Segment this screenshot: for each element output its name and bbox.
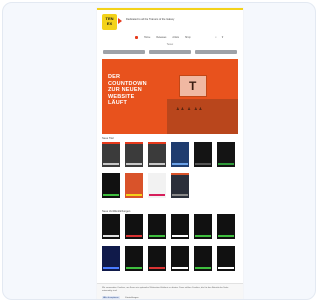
hero-sign-letter: T [189,79,197,93]
cover-badge [102,214,120,216]
section-title-releases: Neue Veröffentlichungen [102,210,131,213]
nav-item-shop[interactable]: Shop [185,36,191,39]
release-cover[interactable] [217,142,235,167]
cover-title-strip [126,163,142,165]
release-cover[interactable] [171,246,189,271]
cover-badge [171,142,189,144]
hero-banner[interactable]: DER COUNTDOWN ZUR NEUEN WEBSITE LÄUFT T … [102,59,238,134]
screenshot-card: TEN EX Dedicated to all the Trainers of … [2,2,316,300]
cover-title-strip [172,267,188,269]
cover-badge [125,173,143,175]
cover-badge [148,246,166,248]
cover-title-strip [172,235,188,237]
cookie-banner: Wir verwenden Cookies, um Ihnen ein opti… [97,283,243,299]
logo-word-bottom: EX [106,21,113,26]
cover-badge [125,214,143,216]
release-cover[interactable] [217,214,235,239]
cover-title-strip [149,194,165,196]
nav-item-home[interactable]: Home [144,36,150,39]
nav-icons: ⌕ ▾ [215,35,223,39]
cover-badge [217,246,235,248]
release-cover[interactable] [125,214,143,239]
tab-bar [103,50,237,54]
logo-arrow-icon [118,18,122,24]
cover-title-strip [218,163,234,165]
cover-title-strip [103,235,119,237]
cover-title-strip [126,235,142,237]
release-cover[interactable] [171,173,189,198]
tab-1[interactable] [103,50,145,54]
cookie-text: Wir verwenden Cookies, um Ihnen ein opti… [102,287,229,292]
cover-title-strip [149,235,165,237]
cover-title-strip [149,267,165,269]
cover-title-strip [126,194,142,196]
release-cover[interactable] [102,246,120,271]
release-cover[interactable] [148,142,166,167]
cover-title-strip [172,194,188,196]
cover-badge [171,246,189,248]
hero-headline: DER COUNTDOWN ZUR NEUEN WEBSITE LÄUFT [108,74,147,106]
cart-icon[interactable]: ▾ [222,35,224,39]
hero-sign: T [179,75,207,97]
section-title-new: Neue Titel [102,137,114,140]
release-cover[interactable] [125,142,143,167]
release-cover[interactable] [102,214,120,239]
cover-title-strip [103,267,119,269]
accept-button[interactable]: Alle akzeptieren [102,296,120,299]
release-cover[interactable] [102,173,120,198]
hero-crowd: ♟♟ ♟ ♟♟ [176,106,204,111]
release-cover[interactable] [194,246,212,271]
release-cover[interactable] [125,173,143,198]
cover-title-strip [103,163,119,165]
release-cover[interactable] [148,246,166,271]
cover-badge [217,142,235,144]
nav-item-releases[interactable]: Releases [156,36,166,39]
cover-badge [148,214,166,216]
release-cover[interactable] [217,246,235,271]
cover-title-strip [195,235,211,237]
settings-button[interactable]: Einstellungen [123,296,141,299]
cover-badge [194,214,212,216]
cover-badge [148,173,166,175]
release-cover[interactable] [125,246,143,271]
cover-badge [148,142,166,144]
release-cover[interactable] [148,173,166,198]
release-cover[interactable] [194,142,212,167]
tab-3[interactable] [195,50,237,54]
site-tagline: Dedicated to all the Trainers of the Gal… [126,18,175,21]
cover-badge [171,214,189,216]
top-accent-bar [97,8,243,10]
release-cover[interactable] [102,142,120,167]
cover-badge [217,214,235,216]
cover-title-strip [172,163,188,165]
cover-title-strip [195,267,211,269]
nav-item-artists[interactable]: Artists [172,36,179,39]
release-cover[interactable] [148,214,166,239]
cover-badge [102,246,120,248]
cover-badge [125,142,143,144]
cover-title-strip [126,267,142,269]
cover-title-strip [218,235,234,237]
cover-badge [171,173,189,175]
hero-plaza [167,99,238,134]
cover-badge [194,142,212,144]
main-nav: Home Releases Artists Shop [135,35,191,39]
cover-title-strip [103,194,119,196]
release-cover[interactable] [171,142,189,167]
cover-badge [102,142,120,144]
cover-badge [194,246,212,248]
release-cover[interactable] [171,214,189,239]
search-icon[interactable]: ⌕ [215,35,217,39]
cover-title-strip [149,163,165,165]
cover-badge [102,173,120,175]
tab-2[interactable] [149,50,191,54]
website-page: TEN EX Dedicated to all the Trainers of … [97,8,243,299]
tenex-logo[interactable]: TEN EX [102,14,117,30]
sub-nav[interactable]: Tenex [97,43,243,46]
cover-badge [125,246,143,248]
cover-title-strip [218,267,234,269]
release-cover[interactable] [194,214,212,239]
cover-title-strip [195,163,211,165]
flag-icon[interactable] [135,35,138,39]
